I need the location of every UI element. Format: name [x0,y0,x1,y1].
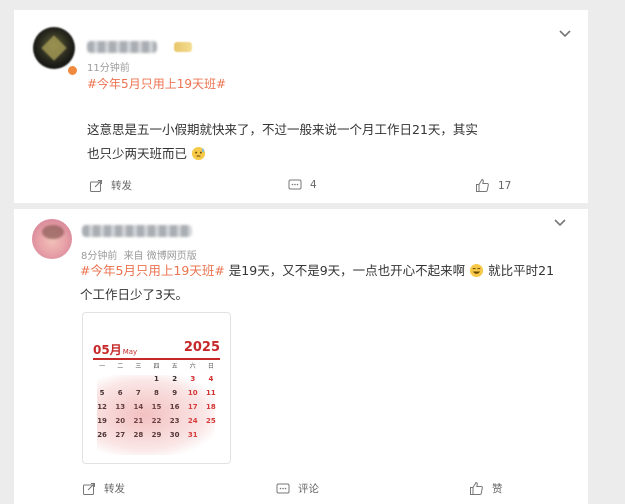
repost-icon [83,482,95,495]
calendar-day: 30 [169,431,180,439]
emoji-icon [470,263,484,278]
calendar-day: 18 [206,403,216,411]
comment-count: 4 [310,179,317,191]
calendar-day: 3 [190,375,196,383]
calendar-year: 2025 [183,340,220,355]
calendar-weekday: 四 [153,363,160,370]
calendar-weekday: 六 [189,363,196,370]
hashtag-link[interactable]: #今年5月只用上19天班# [87,75,226,92]
calendar-day: 15 [151,403,162,411]
calendar-weekday: 五 [171,363,178,370]
calendar-month-en: May [122,348,138,356]
avatar[interactable] [33,27,75,69]
avatar[interactable] [32,219,72,259]
repost-button[interactable]: 转发 [82,481,125,496]
repost-label: 转发 [104,483,125,495]
calendar-day: 6 [117,389,123,397]
calendar-day: 26 [97,431,107,439]
username[interactable] [87,41,157,53]
calendar-day: 27 [115,431,126,439]
calendar-day: 24 [187,417,198,425]
calendar-day: 17 [187,403,198,411]
calendar-day: 12 [97,403,107,411]
like-icon [470,481,483,495]
calendar-day: 11 [206,389,216,397]
calendar-day: 23 [169,417,180,425]
hashtag-link[interactable]: #今年5月只用上19天班# [80,263,225,278]
repost-label: 转发 [111,180,132,192]
chevron-down-icon[interactable] [558,26,572,40]
calendar-day: 13 [115,403,126,411]
username[interactable] [82,225,192,237]
calendar-day [129,374,147,387]
calendar-day: 29 [151,431,162,439]
calendar-day: 22 [151,417,162,425]
calendar-day: 28 [133,431,144,439]
calendar-day: 4 [208,375,214,383]
post-card-1: 11分钟前 #今年5月只用上19天班# 这意思是五一小假期就快来了，不过一般来说… [14,10,588,203]
calendar-day [93,374,111,387]
post-body-text-1: 是19天，又不是9天，一点也开心不起来啊 [224,263,466,278]
comment-icon [276,483,290,493]
calendar-day: 7 [135,389,141,397]
calendar-weekday: 一 [99,363,106,370]
post-time: 11分钟前 [87,63,130,74]
calendar-day: 5 [99,389,105,397]
like-button[interactable]: 赞 [469,481,503,496]
like-count: 17 [498,179,512,192]
calendar-day: 1 [154,375,159,383]
calendar-day: 25 [206,417,216,425]
calendar-month-text: 05月 [93,343,122,357]
post-card-2: 8分钟前 来自 微博网页版 #今年5月只用上19天班# 是19天，又不是9天，一… [14,209,588,504]
like-icon [476,178,489,192]
calendar-day: 14 [133,403,144,411]
repost-icon [90,179,102,192]
member-badge-icon [174,42,192,52]
calendar-day: 21 [133,417,144,425]
comment-button[interactable]: 4 [288,178,317,192]
calendar-day [111,374,129,387]
calendar-month: 05月May [93,341,137,358]
calendar-day: 19 [97,417,107,425]
calendar-image[interactable]: 05月May 2025 一二三四五六日 1 2 3 4 5 6 7 8 9 10 11 12 13 14 15… [82,312,231,464]
calendar-day: 9 [172,389,178,397]
calendar-day: 16 [169,403,180,411]
post-body: #今年5月只用上19天班# 是19天，又不是9天，一点也开心不起来啊 就比平时2… [80,259,565,307]
calendar-day: 8 [154,389,159,397]
chevron-down-icon[interactable] [553,215,567,229]
calendar-day: 2 [172,375,178,383]
calendar-day: 20 [115,417,126,425]
comment-icon [288,179,302,190]
like-button[interactable]: 17 [475,178,511,193]
calendar-weekday: 三 [135,363,142,370]
comment-label: 评论 [298,483,319,495]
calendar-day: 31 [187,431,198,439]
post-body-text: 这意思是五一小假期就快来了，不过一般来说一个月工作日21天，其实也只少两天班而已 [87,122,478,161]
comment-button[interactable]: 评论 [276,481,319,496]
calendar-weekday: 二 [117,363,124,370]
calendar-day: 10 [187,389,198,397]
post-body: 这意思是五一小假期就快来了，不过一般来说一个月工作日21天，其实也只少两天班而已 [87,118,487,166]
calendar-grid: 一二三四五六日 1 2 3 4 5 6 7 8 9 10 11 12 13 14 15 16 17 18 19 20 21… [93,362,220,443]
vip-badge-icon [67,65,78,76]
emoji-icon [191,146,206,161]
calendar-day [202,430,220,443]
like-label: 赞 [492,483,503,495]
calendar-divider [93,358,220,360]
calendar-weekday: 日 [207,363,214,370]
repost-button[interactable]: 转发 [89,178,132,193]
